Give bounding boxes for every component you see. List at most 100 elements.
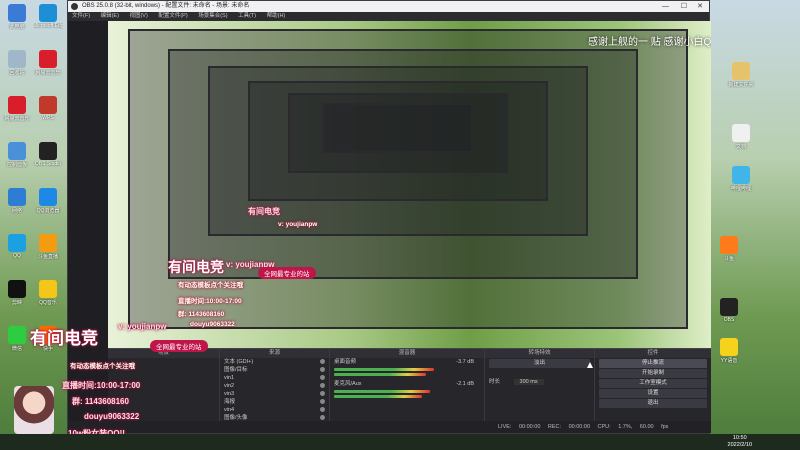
source-item[interactable]: vin3 <box>220 390 329 398</box>
studio-mode-button[interactable]: 工作室模式 <box>599 379 707 388</box>
desktop-icon-label: 新建文件夹 <box>728 82 754 88</box>
menu-edit[interactable]: 编辑(E) <box>101 13 119 19</box>
desktop-icon-label: 回收站 <box>9 70 25 76</box>
menu-view[interactable]: 视图(V) <box>129 13 147 19</box>
visibility-icon[interactable] <box>320 407 325 412</box>
app-icon <box>8 234 26 252</box>
overlay-handle-small: v: youjianpw <box>278 221 318 228</box>
overlay-slogan-mid: 全网最专业的站 <box>258 267 316 279</box>
desktop-icon[interactable]: 斗鱼直播 <box>33 234 63 268</box>
obs-window: OBS 25.0.8 (32-bit, windows) - 配置文件: 未命名… <box>67 0 711 434</box>
desktop-icon-label: OBS <box>723 317 735 323</box>
menu-profile[interactable]: 配置文件(P) <box>158 13 187 19</box>
source-item[interactable]: 海报 <box>220 398 329 406</box>
overlay-hours-mid: 直播时间:10:00-17:00 <box>178 298 242 305</box>
desktop-icon-label: YY语音 <box>720 358 738 364</box>
visibility-icon[interactable] <box>320 383 325 388</box>
app-icon <box>732 62 750 80</box>
controls-dock: 控件 停止推流 开始录制 工作室模式 设置 退出 <box>595 349 711 424</box>
visibility-icon[interactable] <box>320 367 325 372</box>
source-item[interactable]: 图像/目标 <box>220 366 329 374</box>
desktop-icon[interactable]: 新建文件夹 <box>726 62 756 96</box>
app-icon <box>8 142 26 160</box>
desktop-icon[interactable]: 剪映 <box>2 280 32 314</box>
desktop-icon[interactable]: 网络 <box>2 188 32 222</box>
app-icon <box>39 280 57 298</box>
desktop-icon-column: 此电脑Microsoft Edge回收站网易云音乐网易云音乐WPS控制面板OBS… <box>0 0 70 430</box>
app-icon <box>720 298 738 316</box>
visibility-icon[interactable] <box>320 399 325 404</box>
visibility-icon[interactable] <box>320 375 325 380</box>
controls-header: 控件 <box>595 349 711 358</box>
desktop-icon[interactable]: 网易云音乐 <box>2 96 32 130</box>
source-item[interactable]: vin4 <box>220 406 329 414</box>
menu-bar: 文件(F) 编辑(E) 视图(V) 配置文件(P) 场景集合(S) 工具(T) … <box>68 12 709 21</box>
visibility-icon[interactable] <box>320 391 325 396</box>
overlay-brand-small: 有间电竞 <box>248 207 280 216</box>
transition-select[interactable]: 淡出 <box>489 359 590 368</box>
menu-tools[interactable]: 工具(T) <box>238 13 256 19</box>
app-icon <box>39 50 57 68</box>
desktop-icon[interactable]: 控制面板 <box>2 142 32 176</box>
desktop-icon[interactable]: OBS Studio <box>33 142 63 176</box>
desktop-icon-label: OBS Studio <box>34 161 62 167</box>
app-icon <box>39 142 57 160</box>
menu-file[interactable]: 文件(F) <box>72 13 90 19</box>
exit-button[interactable]: 退出 <box>599 399 707 408</box>
source-item[interactable]: 文本 (GDI+) <box>220 358 329 366</box>
settings-button[interactable]: 设置 <box>599 389 707 398</box>
visibility-icon[interactable] <box>320 359 325 364</box>
app-icon <box>720 236 738 254</box>
dock-area: 场景 来源 文本 (GDI+) 图像/目标 vin1 vin2 vin3 海报 … <box>108 348 711 424</box>
desktop-icon[interactable]: OBS <box>714 298 744 332</box>
overlay-notice: 有动态模板点个关注哦 <box>70 363 135 370</box>
overlay-brand: 有间电竞 <box>30 329 98 348</box>
desktop-icon[interactable]: 文档 <box>726 124 756 158</box>
desktop-icon-label: 网络 <box>11 208 22 214</box>
app-icon <box>8 50 26 68</box>
overlay-douyu: douyu9063322 <box>84 412 140 421</box>
transition-duration[interactable]: 时长 300 ms <box>485 378 594 386</box>
source-item[interactable]: vin2 <box>220 382 329 390</box>
desktop-icon-label: Microsoft Edge <box>33 23 63 29</box>
menu-help[interactable]: 帮助(H) <box>267 13 286 19</box>
sources-header: 来源 <box>220 349 329 358</box>
desktop-icon-label: QQ <box>13 253 21 259</box>
minimize-button[interactable]: — <box>662 1 669 12</box>
taskbar-clock[interactable]: 10:50 2022/2/10 <box>728 435 752 449</box>
desktop-icon[interactable]: QQ音乐 <box>33 280 63 314</box>
visibility-icon[interactable] <box>320 415 325 420</box>
maximize-button[interactable]: ☐ <box>681 1 687 12</box>
status-bar: LIVE: 00:00:00 REC: 00:00:00 CPU: 1.7%, … <box>68 421 711 433</box>
preview-canvas[interactable]: 感谢上舰的一 贴 感谢小白QAQ 有间电竞 v: youjianpw 有间电竞 … <box>108 21 711 348</box>
start-recording-button[interactable]: 开始录制 <box>599 369 707 378</box>
mixer-header: 混音器 <box>330 349 484 358</box>
desktop-icon[interactable]: QQ浏览器 <box>33 188 63 222</box>
desktop-icon[interactable]: 斗鱼 <box>714 236 744 270</box>
app-icon <box>39 188 57 206</box>
streamer-avatar <box>14 386 54 434</box>
close-button[interactable]: ✕ <box>697 1 703 12</box>
stop-streaming-button[interactable]: 停止推流 <box>599 359 707 368</box>
desktop-icon[interactable]: Microsoft Edge <box>33 4 63 38</box>
desktop-icon[interactable]: 微信 <box>2 326 32 360</box>
desktop-icon-label: 斗鱼 <box>723 256 734 262</box>
desktop-right-icon-column: 新建文件夹文档哔哩哔哩斗鱼 OBS YY语音 <box>712 40 800 380</box>
desktop-icon[interactable]: WPS <box>33 96 63 130</box>
desktop-icon-label: 微信 <box>11 346 22 352</box>
desktop-icon[interactable]: 哔哩哔哩 <box>726 166 756 200</box>
menu-scene-collection[interactable]: 场景集合(S) <box>198 13 227 19</box>
desktop-icon[interactable]: 网易云音乐 <box>33 50 63 84</box>
desktop-icon[interactable]: YY语音 <box>714 338 744 372</box>
desktop-icon[interactable]: 此电脑 <box>2 4 32 38</box>
overlay-hours: 直播时间:10:00-17:00 <box>62 381 141 390</box>
desktop-icon[interactable]: QQ <box>2 234 32 268</box>
source-item[interactable]: vin1 <box>220 374 329 382</box>
app-icon <box>8 326 26 344</box>
desktop-icon[interactable]: 回收站 <box>2 50 32 84</box>
mixer-dock: 混音器 桌面音频 -3.7 dB 麦克风/Aux -2.1 dB <box>330 349 485 424</box>
rec-timer: REC: 00:00:00 <box>547 424 590 430</box>
mixer-channel-mic: 麦克风/Aux -2.1 dB <box>334 381 474 387</box>
overlay-brand-mid: 有间电竞 <box>168 259 224 275</box>
app-icon <box>8 188 26 206</box>
